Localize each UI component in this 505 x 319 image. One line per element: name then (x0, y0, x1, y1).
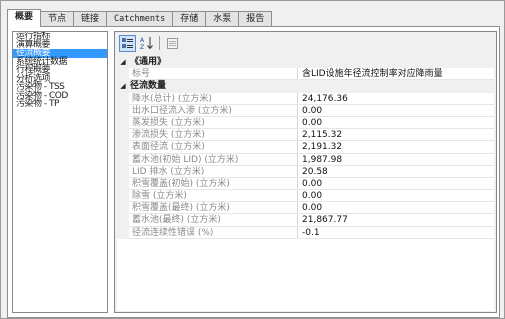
tab-links[interactable]: 链接 (73, 11, 108, 27)
property-label: 除雪 (立方米) (129, 190, 298, 203)
tab-catchments[interactable]: Catchments (106, 11, 174, 27)
tab-report[interactable]: 报告 (238, 11, 273, 27)
property-row[interactable]: 出水口径流入渗 (立方米) 0.00 (117, 104, 494, 117)
property-grid-table: ◢ 《通用》 标号 含LID设施年径流控制率对应降雨量 ◢ 径流数量 降水(总计… (117, 56, 494, 311)
property-row[interactable]: 积雪覆盖(初始) (立方米) 0.00 (117, 177, 494, 191)
alphabetical-sort-icon[interactable]: A Z (138, 35, 155, 52)
property-row[interactable]: 径流连续性错误 (%) -0.1 (117, 226, 494, 239)
property-grid: A Z ◢ 《通用》 标号 含LID设施年径流控制率对应降雨量 ◢ 径流数量 降… (114, 31, 497, 313)
property-label: 渗流损失 (立方米) (129, 129, 298, 142)
property-row[interactable]: 除雪 (立方米) 0.00 (117, 190, 494, 203)
tab-summary[interactable]: 概要 (7, 9, 42, 27)
collapse-triangle-icon[interactable]: ◢ (118, 56, 128, 68)
categorized-view-icon[interactable] (119, 34, 136, 52)
property-value[interactable]: 1,987.98 (299, 154, 494, 166)
property-value[interactable]: 0.00 (299, 178, 494, 191)
list-item-pollutant-tp[interactable]: 污染物 - TP (13, 100, 107, 109)
category-general-row[interactable]: ◢ 《通用》 (117, 56, 494, 69)
tab-storage[interactable]: 存储 (172, 11, 207, 27)
property-value[interactable]: 0.00 (299, 190, 494, 203)
property-row[interactable]: 表面径流 (立方米) 2,191.32 (117, 141, 494, 154)
property-row[interactable]: 降水(总计) (立方米) 24,176.36 (117, 92, 494, 105)
property-row[interactable]: 蓄水池(最终) (立方米) 21,867.77 (117, 214, 494, 227)
tab-nodes[interactable]: 节点 (40, 11, 75, 27)
property-value[interactable]: 0.00 (299, 105, 494, 117)
toolbar-separator (159, 36, 160, 50)
property-value[interactable]: 含LID设施年径流控制率对应降雨量 (299, 68, 494, 81)
results-window: 概要 节点 链接 Catchments 存储 水泵 报告 运行指标 演算概要 径… (0, 0, 505, 319)
svg-text:A: A (140, 37, 145, 44)
property-row-id[interactable]: 标号 含LID设施年径流控制率对应降雨量 (117, 68, 494, 81)
property-label: 蒸发损失 (立方米) (129, 116, 298, 130)
property-label: LID 排水 (立方米) (129, 165, 298, 178)
property-row[interactable]: 蒸发损失 (立方米) 0.00 (117, 116, 494, 130)
property-value[interactable]: 21,867.77 (299, 214, 494, 227)
property-row[interactable]: 渗流损失 (立方米) 2,115.32 (117, 129, 494, 142)
category-label: 《通用》 (130, 57, 167, 67)
category-runoff-row[interactable]: ◢ 径流数量 (117, 80, 494, 93)
property-pages-icon[interactable] (164, 35, 181, 52)
tab-content-panel: 运行指标 演算概要 径流概要 系统统计数据 行程概要 分析选项 污染物 - TS… (7, 26, 500, 318)
property-label: 表面径流 (立方米) (129, 141, 298, 154)
tab-pumps[interactable]: 水泵 (205, 11, 240, 27)
property-value[interactable]: 24,176.36 (299, 93, 494, 105)
property-label: 蓄水池(初始 LID) (立方米) (129, 153, 298, 166)
svg-text:Z: Z (140, 44, 144, 50)
property-value[interactable]: 20.58 (299, 166, 494, 178)
property-grid-toolbar: A Z (115, 32, 496, 54)
property-value[interactable]: 2,191.32 (299, 141, 494, 154)
property-row[interactable]: LID 排水 (立方米) 20.58 (117, 165, 494, 178)
category-label: 径流数量 (130, 81, 167, 92)
collapse-triangle-icon[interactable]: ◢ (118, 80, 128, 92)
property-label: 积雪覆盖(最终) (立方米) (129, 202, 298, 215)
property-value[interactable]: 0.00 (299, 117, 494, 130)
tab-bar: 概要 节点 链接 Catchments 存储 水泵 报告 (7, 9, 273, 27)
property-label: 蓄水池(最终) (立方米) (129, 214, 298, 227)
property-label: 积雪覆盖(初始) (立方米) (129, 177, 298, 191)
property-label: 降水(总计) (立方米) (129, 92, 298, 105)
property-row[interactable]: 蓄水池(初始 LID) (立方米) 1,987.98 (117, 153, 494, 166)
property-label: 标号 (129, 68, 298, 81)
property-value[interactable]: 2,115.32 (299, 129, 494, 142)
property-value[interactable]: -0.1 (299, 227, 494, 239)
property-label: 径流连续性错误 (%) (129, 226, 298, 239)
property-label: 出水口径流入渗 (立方米) (129, 104, 298, 117)
property-row[interactable]: 积雪覆盖(最终) (立方米) 0.00 (117, 202, 494, 215)
property-value[interactable]: 0.00 (299, 202, 494, 215)
summary-category-list[interactable]: 运行指标 演算概要 径流概要 系统统计数据 行程概要 分析选项 污染物 - TS… (12, 31, 108, 313)
